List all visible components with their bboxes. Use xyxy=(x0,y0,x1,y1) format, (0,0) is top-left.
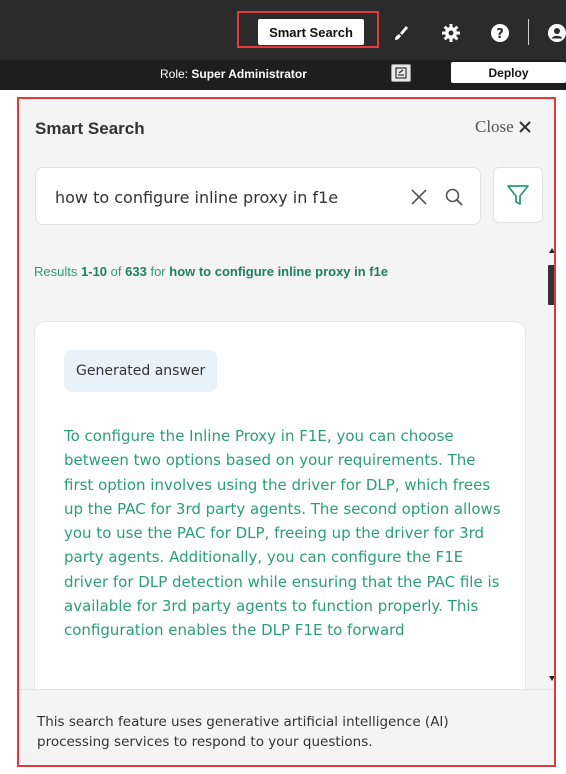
role-label: Role: xyxy=(160,67,189,81)
role-indicator: Role: Super Administrator xyxy=(160,67,307,81)
panel-title: Smart Search xyxy=(35,119,145,138)
generated-answer-text: To configure the Inline Proxy in F1E, yo… xyxy=(64,427,501,640)
generated-answer-card: Generated answer To configure the Inline… xyxy=(34,321,526,689)
user-icon[interactable] xyxy=(546,22,566,44)
svg-text:?: ? xyxy=(496,27,504,42)
close-button[interactable]: Close xyxy=(475,117,532,137)
panel-header: Smart Search Close xyxy=(17,97,556,242)
results-for: for xyxy=(150,264,166,279)
results-of: of xyxy=(110,264,122,279)
brush-icon[interactable] xyxy=(390,22,412,44)
close-x-icon xyxy=(519,121,531,133)
scroll-down-arrow[interactable] xyxy=(549,676,555,681)
toolbar-divider xyxy=(528,19,529,45)
clear-icon[interactable] xyxy=(409,187,429,207)
results-summary: Results 1-10 of 633 for how to configure… xyxy=(34,264,388,279)
ai-disclaimer: This search feature uses generative arti… xyxy=(37,714,449,750)
filter-icon xyxy=(507,185,529,205)
role-value: Super Administrator xyxy=(191,67,307,81)
search-icon[interactable] xyxy=(444,187,464,207)
generated-answer-badge: Generated answer xyxy=(64,350,218,392)
smart-search-button[interactable]: Smart Search xyxy=(258,19,364,45)
scroll-up-arrow[interactable] xyxy=(549,248,555,253)
notes-icon[interactable] xyxy=(391,64,411,82)
deploy-button[interactable]: Deploy xyxy=(451,62,566,83)
results-query: how to configure inline proxy in f1e xyxy=(169,264,389,279)
top-bar-main-row: Smart Search ? xyxy=(0,0,566,60)
smart-search-panel: Smart Search Close how to configure inli… xyxy=(17,97,556,767)
scroll-thumb[interactable] xyxy=(548,265,555,305)
search-box xyxy=(35,167,481,225)
filter-button[interactable] xyxy=(493,167,543,223)
search-input[interactable] xyxy=(53,182,377,212)
gear-icon[interactable] xyxy=(440,22,462,44)
results-prefix: Results xyxy=(34,264,78,279)
top-bar: Smart Search ? Role: Super Administrator… xyxy=(0,0,566,90)
results-total: 633 xyxy=(125,264,147,279)
panel-footer: This search feature uses generative arti… xyxy=(17,689,556,767)
help-icon[interactable]: ? xyxy=(489,22,511,44)
results-scrollbar[interactable] xyxy=(546,242,556,689)
close-label: Close xyxy=(475,117,514,136)
results-range-end: 10 xyxy=(92,264,108,279)
results-area: Results 1-10 of 633 for how to configure… xyxy=(17,242,556,689)
